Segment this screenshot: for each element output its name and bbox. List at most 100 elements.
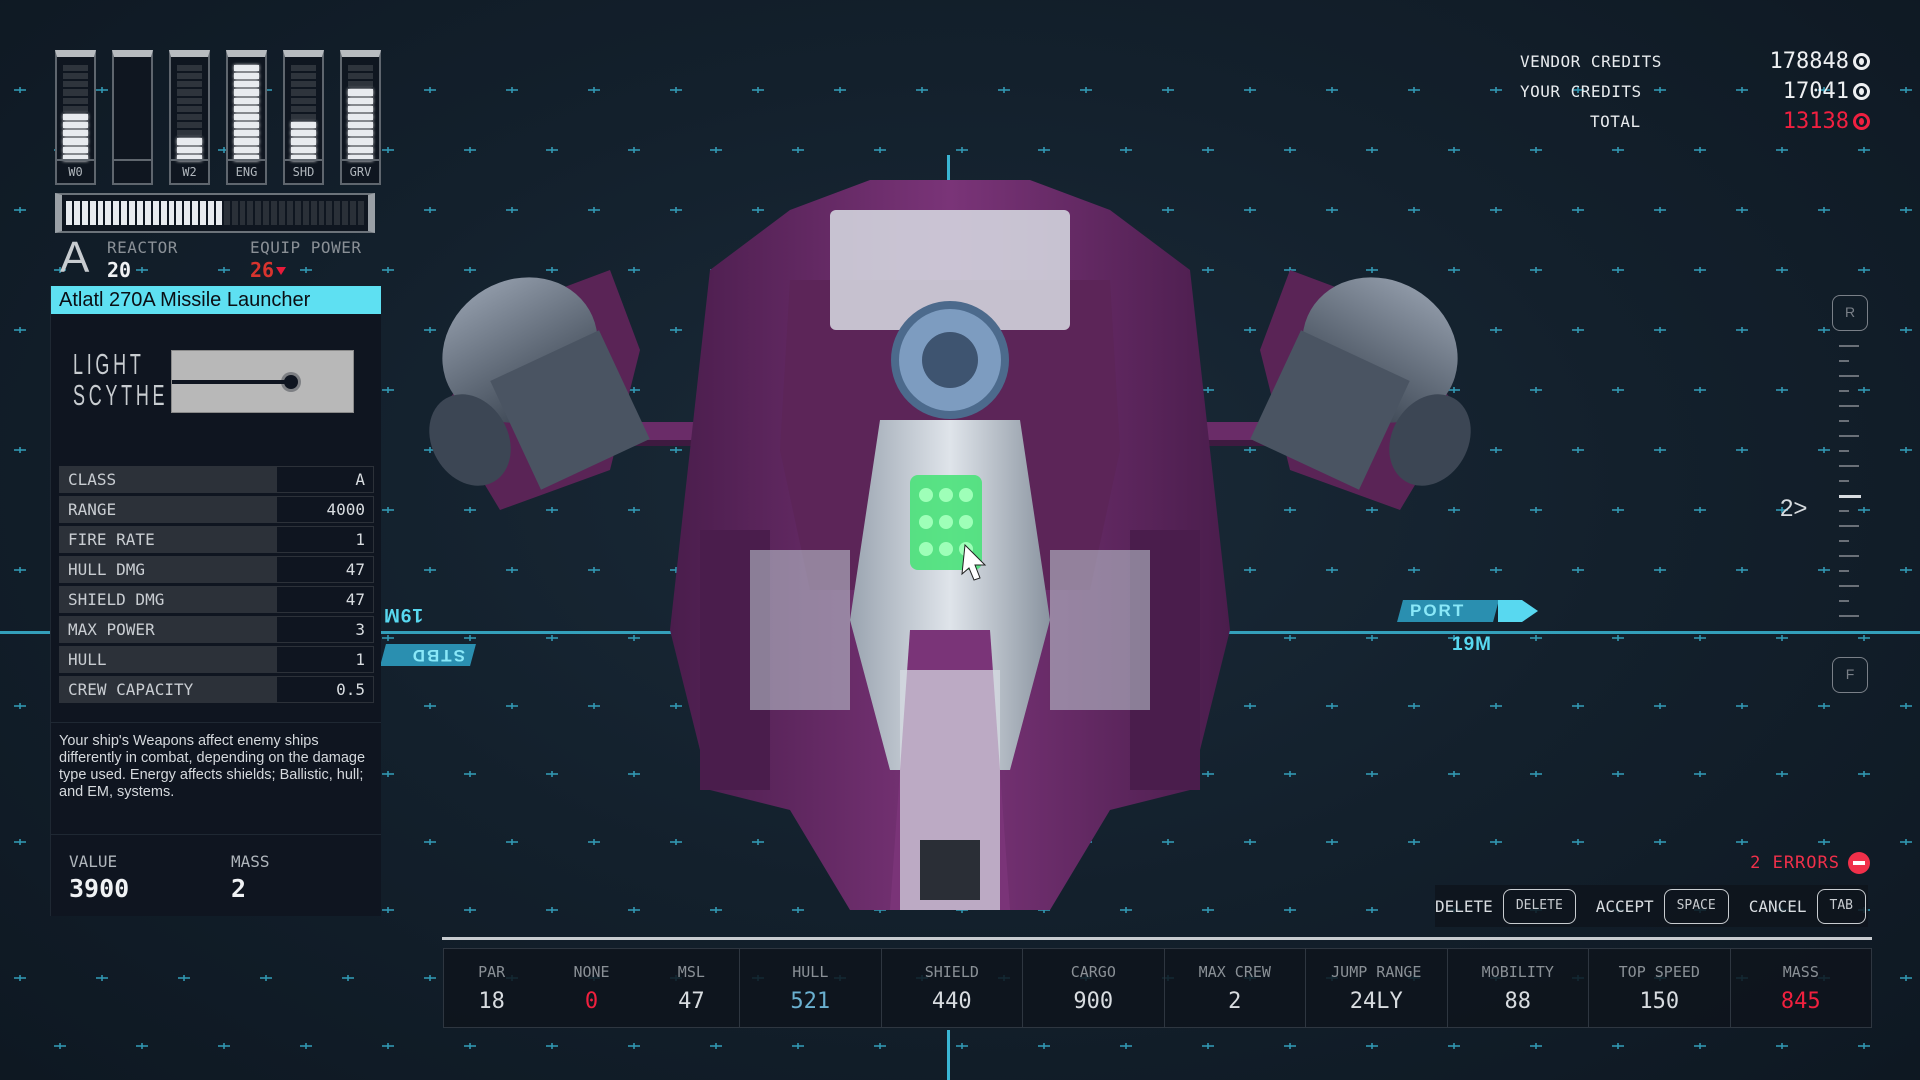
reactor-segment xyxy=(176,201,183,225)
stat-key: CLASS xyxy=(59,466,276,493)
power-segment xyxy=(63,105,88,112)
port-distance: 19M xyxy=(1452,634,1492,655)
grid-cross xyxy=(1490,447,1502,453)
power-bar-eng[interactable]: ENG xyxy=(226,50,267,185)
ruler-tick xyxy=(1839,375,1859,377)
grid-cross xyxy=(218,1043,230,1049)
ruler-tick xyxy=(1839,615,1859,617)
grid-cross xyxy=(14,839,26,845)
grid-cross xyxy=(1612,267,1624,273)
stat-label: PAR xyxy=(478,962,506,981)
power-bar-shd[interactable]: SHD xyxy=(283,50,324,185)
power-bar-label: W2 xyxy=(171,159,208,183)
power-bar-grv[interactable]: GRV xyxy=(340,50,381,185)
ruler-tick xyxy=(1839,465,1859,467)
right-engine-pod xyxy=(1250,270,1471,510)
grid-cross xyxy=(1858,771,1870,777)
stat-row-shield-dmg: SHIELD DMG 47 xyxy=(59,586,374,613)
errors-indicator[interactable]: 2 ERRORS xyxy=(1750,852,1870,874)
warning-down-triangle-icon xyxy=(276,267,287,275)
stat-value: 1 xyxy=(276,646,374,673)
grid-cross xyxy=(956,1043,968,1049)
reactor-segment xyxy=(144,201,151,225)
grid-cross xyxy=(1612,771,1624,777)
power-segment xyxy=(348,97,373,104)
mobility-stat: MOBILITY 88 xyxy=(1448,949,1590,1027)
grid-cross xyxy=(792,1043,804,1049)
delete-button[interactable]: DELETE xyxy=(1502,888,1576,924)
grid-cross xyxy=(1776,1043,1788,1049)
grid-cross xyxy=(424,975,436,981)
accept-button[interactable]: SPACE xyxy=(1663,888,1729,924)
grid-cross xyxy=(1900,327,1912,333)
vendor-credits-amount: 178848 xyxy=(1769,48,1849,74)
cargo-stat: CARGO 900 xyxy=(1023,949,1165,1027)
power-segment xyxy=(177,73,202,80)
power-segment xyxy=(348,138,373,145)
grid-cross xyxy=(1572,703,1584,709)
power-segment xyxy=(291,138,316,145)
item-details-panel: Atlatl 270A Missile Launcher LIGHT SCYTHE… xyxy=(50,286,381,916)
grid-cross xyxy=(1736,207,1748,213)
grid-cross xyxy=(14,327,26,333)
power-segment xyxy=(348,89,373,96)
reactor-segment xyxy=(208,201,214,225)
grid-cross xyxy=(342,975,354,981)
camera-up-button[interactable]: R xyxy=(1832,295,1868,331)
grid-cross xyxy=(1654,327,1666,333)
power-segment xyxy=(234,64,259,72)
grid-cross xyxy=(382,635,394,641)
power-segment xyxy=(234,146,259,153)
grid-cross xyxy=(1900,975,1912,981)
camera-zoom-ruler[interactable]: R F 2> xyxy=(1780,295,1868,695)
grid-cross xyxy=(14,975,26,981)
stat-value: 2 xyxy=(1228,988,1242,1014)
grid-cross xyxy=(1530,635,1542,641)
stat-key: FIRE RATE xyxy=(59,526,276,553)
credits-icon xyxy=(1853,52,1870,70)
stat-label: MSL xyxy=(677,962,705,981)
grid-cross xyxy=(1366,1043,1378,1049)
total-label: TOTAL xyxy=(1590,111,1641,131)
power-bar-label: W0 xyxy=(57,159,94,183)
stat-value: 47 xyxy=(276,556,374,583)
delete-label: DELETE xyxy=(1435,896,1493,916)
grid-cross xyxy=(1530,267,1542,273)
reactor-segment xyxy=(357,201,364,225)
ruler-tick xyxy=(1839,450,1849,452)
power-bar-label xyxy=(114,159,151,183)
grid-cross xyxy=(1694,771,1706,777)
grid-cross xyxy=(1900,567,1912,573)
reactor-segment xyxy=(152,201,159,225)
divider xyxy=(51,722,381,723)
grid-cross xyxy=(1858,267,1870,273)
power-segment xyxy=(63,113,88,121)
ship-model[interactable] xyxy=(410,150,1490,940)
reactor-segment xyxy=(81,201,88,225)
grid-cross xyxy=(752,87,764,93)
power-segment xyxy=(177,146,202,153)
grid-cross xyxy=(1326,87,1338,93)
grid-cross xyxy=(1490,327,1502,333)
power-bar-w2[interactable]: W2 xyxy=(169,50,210,185)
reactor-segment xyxy=(168,201,175,225)
grid-cross xyxy=(1408,87,1420,93)
camera-down-button[interactable]: F xyxy=(1832,657,1868,693)
power-segment xyxy=(291,113,316,121)
ship-stats-bar: PAR 18 NONE 0 MSL 47 HULL 521 SHIELD 440 CARG… xyxy=(443,948,1872,1028)
reactor-segment xyxy=(137,201,143,225)
ruler-tick xyxy=(1839,480,1849,482)
stbd-indicator: STBD xyxy=(380,644,476,666)
hull-stat: HULL 521 xyxy=(740,949,882,1027)
grid-cross xyxy=(1776,635,1788,641)
power-bar-empty[interactable] xyxy=(112,50,153,185)
power-bar-w0[interactable]: W0 xyxy=(55,50,96,185)
grid-cross xyxy=(1818,447,1830,453)
accept-label: ACCEPT xyxy=(1595,896,1654,916)
stat-value: 18 xyxy=(478,988,505,1014)
grid-cross xyxy=(1572,447,1584,453)
reactor-segment xyxy=(192,201,199,225)
power-segment xyxy=(291,122,316,129)
cancel-button[interactable]: TAB xyxy=(1816,888,1866,924)
power-segment xyxy=(63,89,88,96)
